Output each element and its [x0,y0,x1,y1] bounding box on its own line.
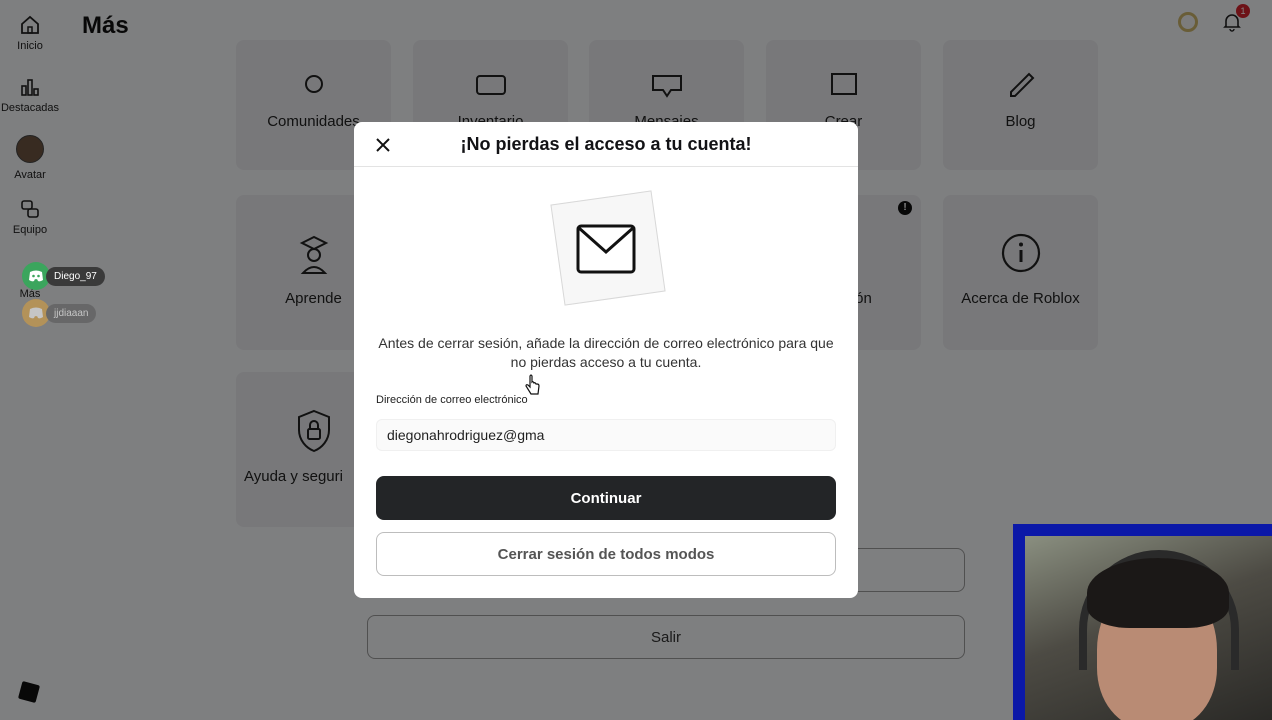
discord-username: jjdiaaan [46,303,97,323]
continue-button[interactable]: Continuar [376,476,836,520]
email-label: Dirección de correo electrónico [376,394,528,406]
webcam-overlay [1013,524,1272,720]
webcam-video [1025,536,1272,720]
discord-username: Diego_97 [46,266,105,286]
mail-icon [576,224,636,274]
webcam-person-hair [1087,558,1229,628]
discord-user-row: Diego_97 [22,262,105,290]
dialog-header: ¡No pierdas el acceso a tu cuenta! [354,122,858,167]
logout-anyway-button[interactable]: Cerrar sesión de todos modos [376,532,836,576]
discord-user-row: jjdiaaan [22,299,97,327]
dialog-title: ¡No pierdas el acceso a tu cuenta! [460,134,752,154]
add-email-dialog: ¡No pierdas el acceso a tu cuenta! Antes… [354,122,858,598]
email-field[interactable] [376,419,836,451]
dialog-message: Antes de cerrar sesión, añade la direcci… [378,335,834,370]
hand-cursor-icon [525,374,540,395]
